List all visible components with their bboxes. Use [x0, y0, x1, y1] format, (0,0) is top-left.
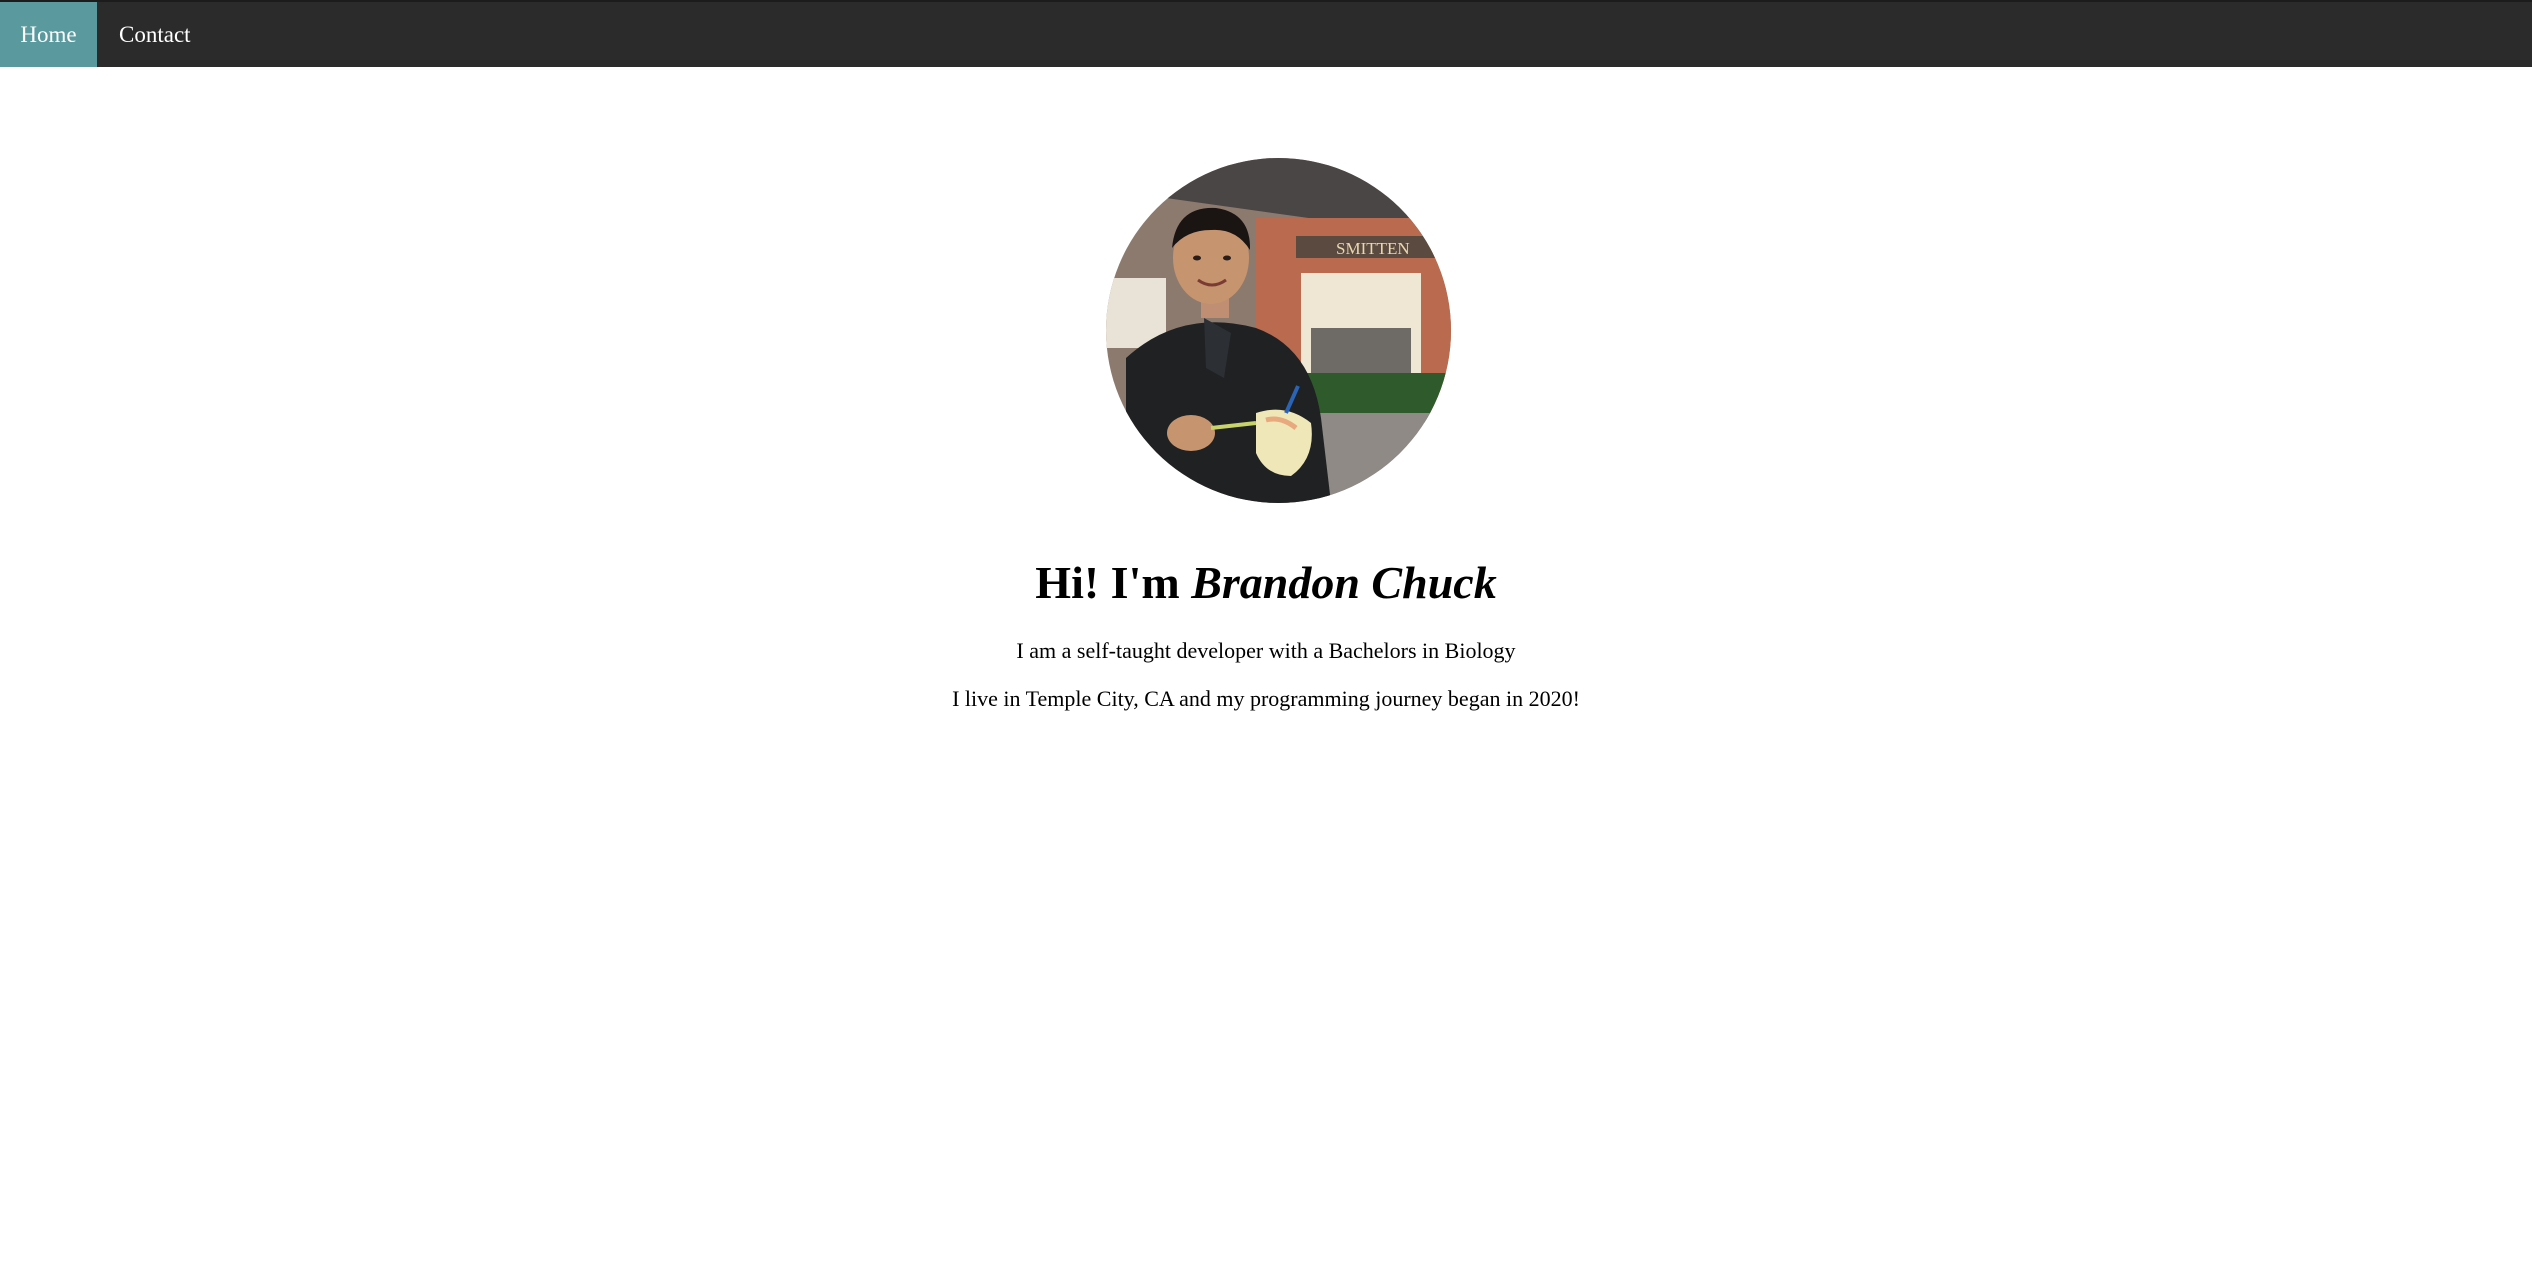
- nav-home-link[interactable]: Home: [0, 2, 97, 67]
- profile-photo: SMITTEN: [1106, 158, 1451, 503]
- greeting-text: Hi! I'm: [1035, 557, 1192, 608]
- owner-name: Brandon Chuck: [1191, 557, 1497, 608]
- profile-photo-illustration: SMITTEN: [1106, 158, 1451, 503]
- bio-line-1: I am a self-taught developer with a Bach…: [1016, 638, 1516, 663]
- page-title: Hi! I'm Brandon Chuck: [0, 548, 2532, 618]
- top-navbar: Home Contact: [0, 0, 2532, 67]
- svg-text:SMITTEN: SMITTEN: [1336, 239, 1410, 258]
- bio-line-2: I live in Temple City, CA and my program…: [952, 686, 1580, 711]
- nav-contact-link[interactable]: Contact: [97, 2, 213, 67]
